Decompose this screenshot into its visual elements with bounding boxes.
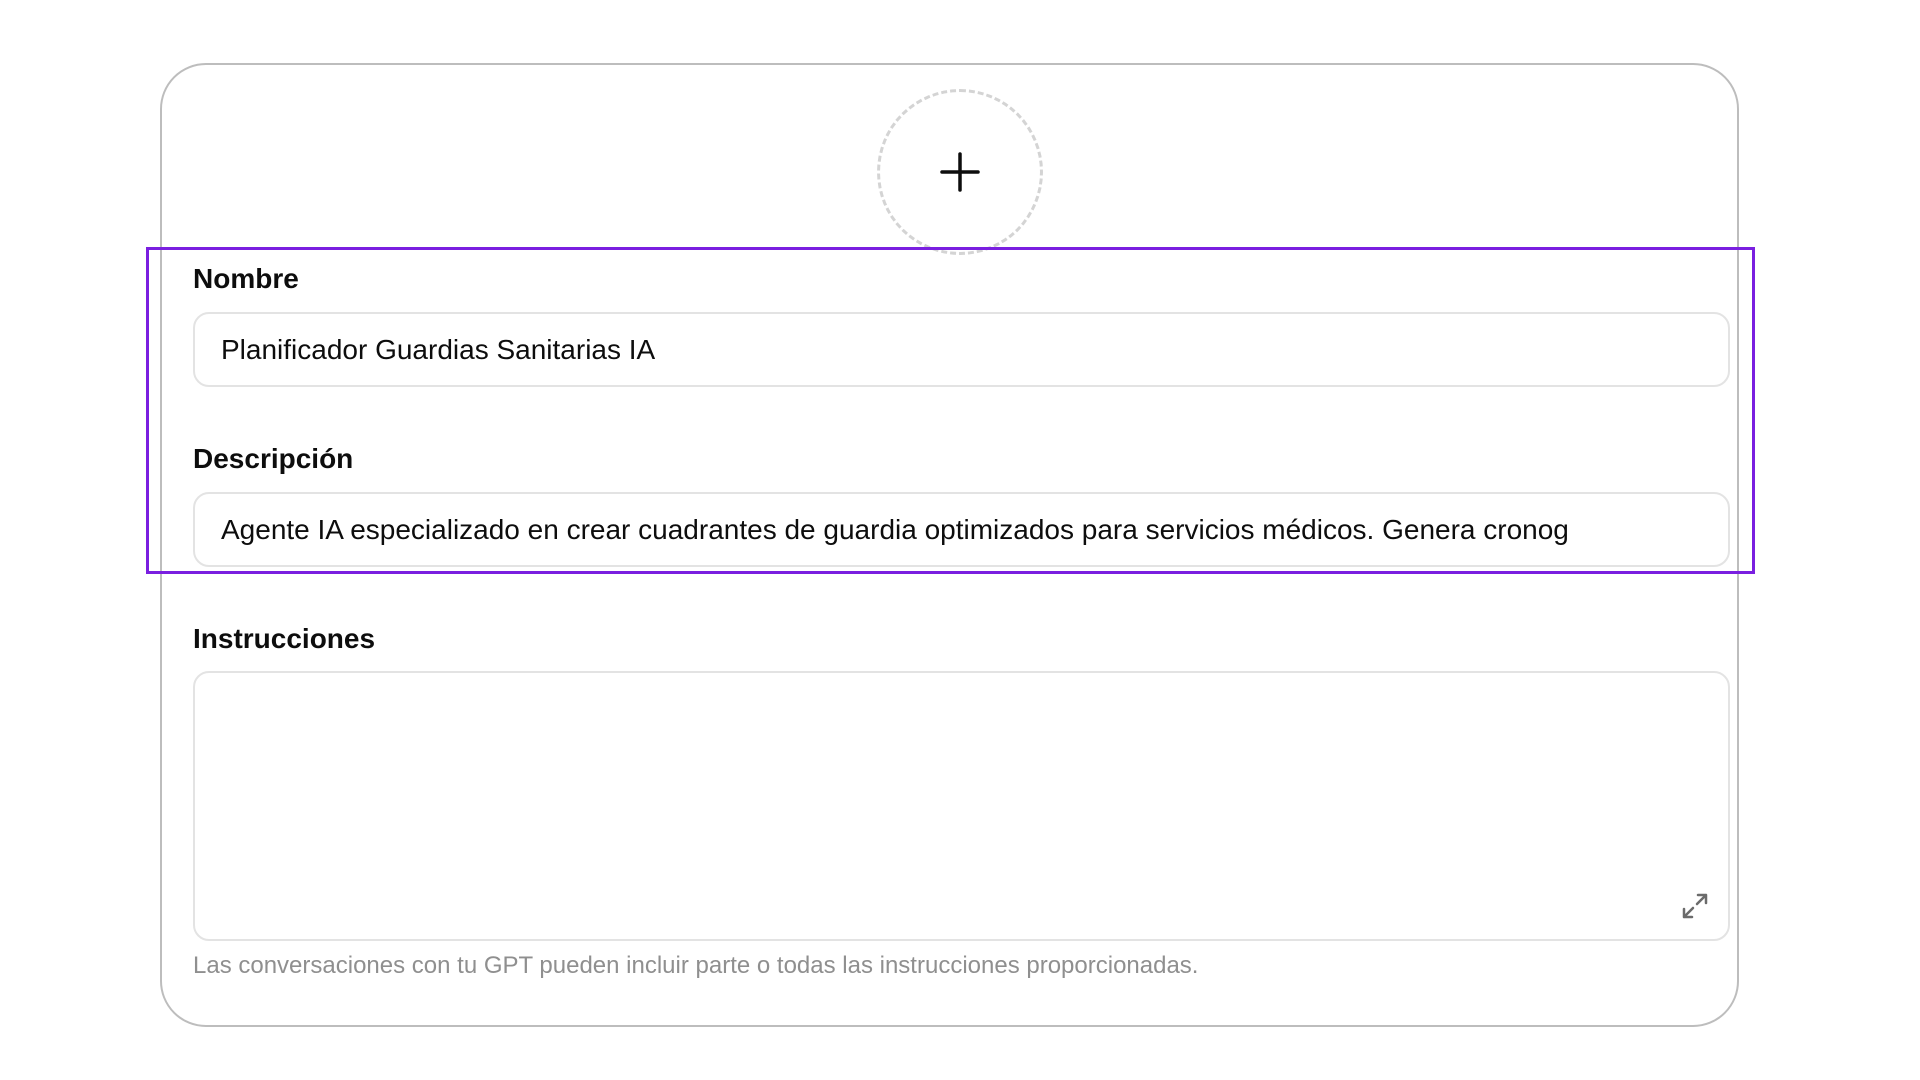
description-input[interactable]: Agente IA especializado en crear cuadran…: [193, 492, 1730, 567]
name-input[interactable]: Planificador Guardias Sanitarias IA: [193, 312, 1730, 387]
instructions-hint: Las conversaciones con tu GPT pueden inc…: [193, 952, 1199, 979]
expand-icon[interactable]: [1680, 891, 1710, 921]
instructions-textarea[interactable]: [193, 671, 1730, 941]
name-label: Nombre: [193, 263, 299, 294]
instructions-label: Instrucciones: [193, 623, 376, 654]
description-label: Descripción: [193, 443, 354, 474]
plus-icon: [940, 152, 980, 192]
avatar-upload-button[interactable]: [877, 89, 1043, 255]
